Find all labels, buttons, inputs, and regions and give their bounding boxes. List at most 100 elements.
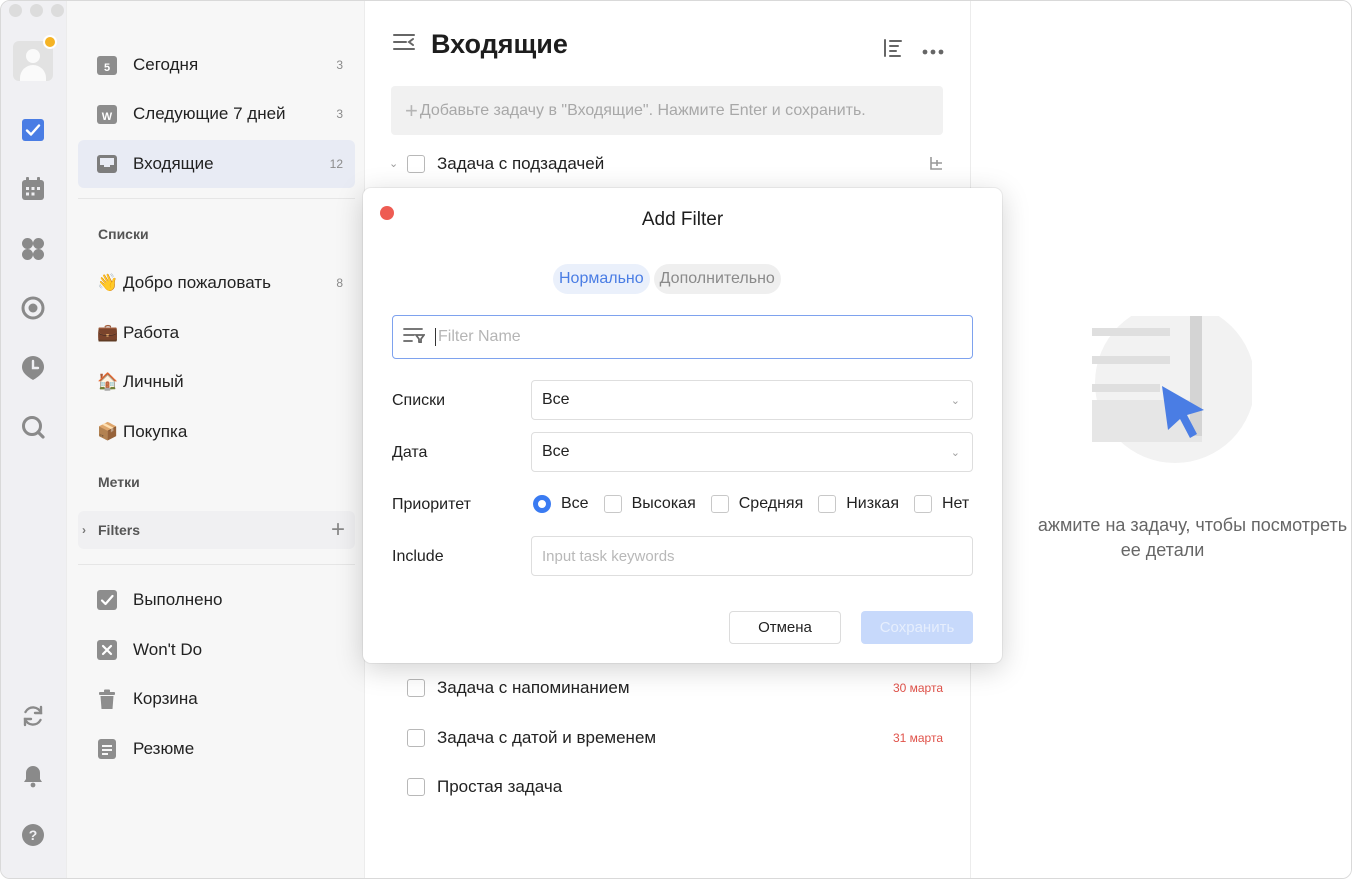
- sidebar-item-list[interactable]: 👋 Добро пожаловать 8: [78, 259, 355, 307]
- sidebar-item-next-7-days[interactable]: W Следующие 7 дней 3: [78, 90, 355, 138]
- task-title: Задача с напоминанием: [437, 678, 630, 697]
- sidebar: 5 Сегодня 3 W Следующие 7 дней 3 Входящи…: [67, 1, 365, 878]
- add-task-placeholder: Добавьте задачу в "Входящие". Нажмите En…: [419, 101, 866, 119]
- priority-option-high[interactable]: Высокая: [603, 495, 696, 513]
- date-select-value: Все: [542, 443, 570, 460]
- inbox-icon: [97, 154, 117, 174]
- sidebar-item-inbox[interactable]: Входящие 12: [78, 140, 355, 188]
- chevron-down-icon: ⌄: [950, 446, 960, 459]
- lists-select[interactable]: Все ⌄: [531, 380, 973, 420]
- tab-advanced[interactable]: Дополнительно: [653, 264, 781, 294]
- sort-icon[interactable]: [882, 39, 902, 62]
- priority-checkbox[interactable]: [818, 495, 837, 513]
- window-close-button[interactable]: [9, 4, 22, 17]
- task-checkbox-icon[interactable]: [19, 116, 47, 144]
- trash-icon: [97, 689, 117, 709]
- sidebar-item-list[interactable]: 📦 Покупка: [78, 408, 355, 456]
- task-row[interactable]: Задача с датой и временем 31 марта: [407, 718, 947, 758]
- sidebar-item-list[interactable]: 💼 Работа: [78, 309, 355, 357]
- section-title-lists: Списки: [98, 226, 149, 242]
- priority-option-medium[interactable]: Средняя: [710, 495, 803, 513]
- empty-state-line-2: ее детали: [1120, 540, 1205, 560]
- empty-state-text: ажмите на задачу, чтобы посмотреть ее де…: [972, 513, 1351, 563]
- priority-option-none[interactable]: Нет: [914, 495, 969, 513]
- priority-checkbox[interactable]: [710, 495, 729, 513]
- page-title: Входящие: [431, 29, 568, 59]
- task-checkbox[interactable]: [407, 729, 425, 747]
- habit-icon[interactable]: [19, 354, 47, 382]
- task-checkbox[interactable]: [407, 679, 425, 697]
- filter-icon: [403, 327, 426, 348]
- matrix-icon[interactable]: [19, 235, 47, 263]
- item-count: 12: [329, 157, 343, 171]
- filter-name-field[interactable]: [392, 315, 973, 359]
- include-label: Include: [392, 548, 444, 565]
- sidebar-item-today[interactable]: 5 Сегодня 3: [78, 41, 355, 89]
- priority-option-label: Все: [561, 495, 589, 512]
- task-detail-panel: ажмите на задачу, чтобы посмотреть ее де…: [972, 1, 1351, 878]
- more-options-icon[interactable]: [922, 42, 944, 60]
- priority-radio[interactable]: [533, 495, 551, 513]
- task-checkbox[interactable]: [407, 155, 425, 173]
- calendar-icon[interactable]: [19, 175, 47, 203]
- chevron-right-icon[interactable]: ›: [82, 523, 86, 537]
- calendar-day-icon: 5: [97, 55, 117, 75]
- priority-option-label: Высокая: [631, 495, 696, 512]
- priority-options: Все Высокая Средняя Низкая Нет: [533, 495, 984, 513]
- pomodoro-icon[interactable]: [19, 294, 47, 322]
- priority-option-all[interactable]: Все: [533, 495, 589, 513]
- house-icon: 🏠: [97, 372, 119, 391]
- priority-checkbox[interactable]: [603, 495, 622, 513]
- chevron-down-icon[interactable]: ⌄: [389, 157, 398, 170]
- date-select[interactable]: Все ⌄: [531, 432, 973, 472]
- section-filters[interactable]: › Filters +: [78, 511, 355, 549]
- notification-bell-icon[interactable]: [19, 762, 47, 790]
- tab-normal[interactable]: Нормально: [553, 264, 650, 294]
- section-title-tags[interactable]: Метки: [98, 474, 140, 490]
- cancel-button[interactable]: Отмена: [729, 611, 841, 644]
- priority-option-low[interactable]: Низкая: [818, 495, 899, 513]
- save-button[interactable]: Сохранить: [861, 611, 973, 644]
- keywords-input[interactable]: [542, 547, 962, 565]
- add-filter-icon[interactable]: +: [331, 518, 345, 542]
- priority-option-label: Нет: [942, 495, 970, 512]
- help-icon[interactable]: ?: [19, 821, 47, 849]
- sidebar-item-completed[interactable]: Выполнено: [78, 576, 355, 624]
- sidebar-item-wont-do[interactable]: Won't Do: [78, 626, 355, 674]
- keywords-field[interactable]: [531, 536, 973, 576]
- calendar-week-icon: W: [97, 104, 117, 124]
- sidebar-item-label: Работа: [123, 323, 180, 342]
- package-icon: 📦: [97, 422, 119, 441]
- svg-text:W: W: [102, 111, 113, 123]
- add-task-input[interactable]: + Добавьте задачу в "Входящие". Нажмите …: [391, 86, 943, 135]
- sidebar-item-summary[interactable]: Резюме: [78, 725, 355, 773]
- window-controls: [9, 4, 64, 17]
- task-row[interactable]: Задача с подзадачей: [407, 144, 947, 184]
- list-header: Входящие: [393, 29, 568, 60]
- dialog-title: Add Filter: [641, 209, 724, 230]
- filter-name-input[interactable]: [438, 328, 938, 346]
- sidebar-item-label: Won't Do: [133, 640, 203, 659]
- window-minimize-button[interactable]: [30, 4, 43, 17]
- summary-icon: [97, 739, 117, 759]
- divider: [78, 198, 355, 199]
- task-due-date: 30 марта: [892, 681, 943, 695]
- completed-icon: [97, 590, 117, 610]
- sync-icon[interactable]: [19, 702, 47, 730]
- task-row[interactable]: Простая задача: [407, 767, 947, 807]
- sidebar-item-trash[interactable]: Корзина: [78, 675, 355, 723]
- left-rail: ?: [1, 1, 67, 878]
- task-checkbox[interactable]: [407, 778, 425, 796]
- premium-crown-icon: [43, 35, 57, 49]
- lists-select-value: Все: [542, 391, 570, 408]
- priority-checkbox[interactable]: [914, 495, 932, 513]
- search-icon[interactable]: [19, 413, 47, 441]
- date-label: Дата: [392, 444, 428, 461]
- task-due-date: 31 марта: [892, 731, 943, 745]
- task-row[interactable]: Задача с напоминанием 30 марта: [407, 668, 947, 708]
- collapse-sidebar-icon[interactable]: [393, 33, 415, 56]
- sidebar-item-list[interactable]: 🏠 Личный: [78, 358, 355, 406]
- sidebar-item-label: Выполнено: [133, 590, 223, 609]
- window-zoom-button[interactable]: [51, 4, 64, 17]
- svg-text:?: ?: [29, 827, 38, 843]
